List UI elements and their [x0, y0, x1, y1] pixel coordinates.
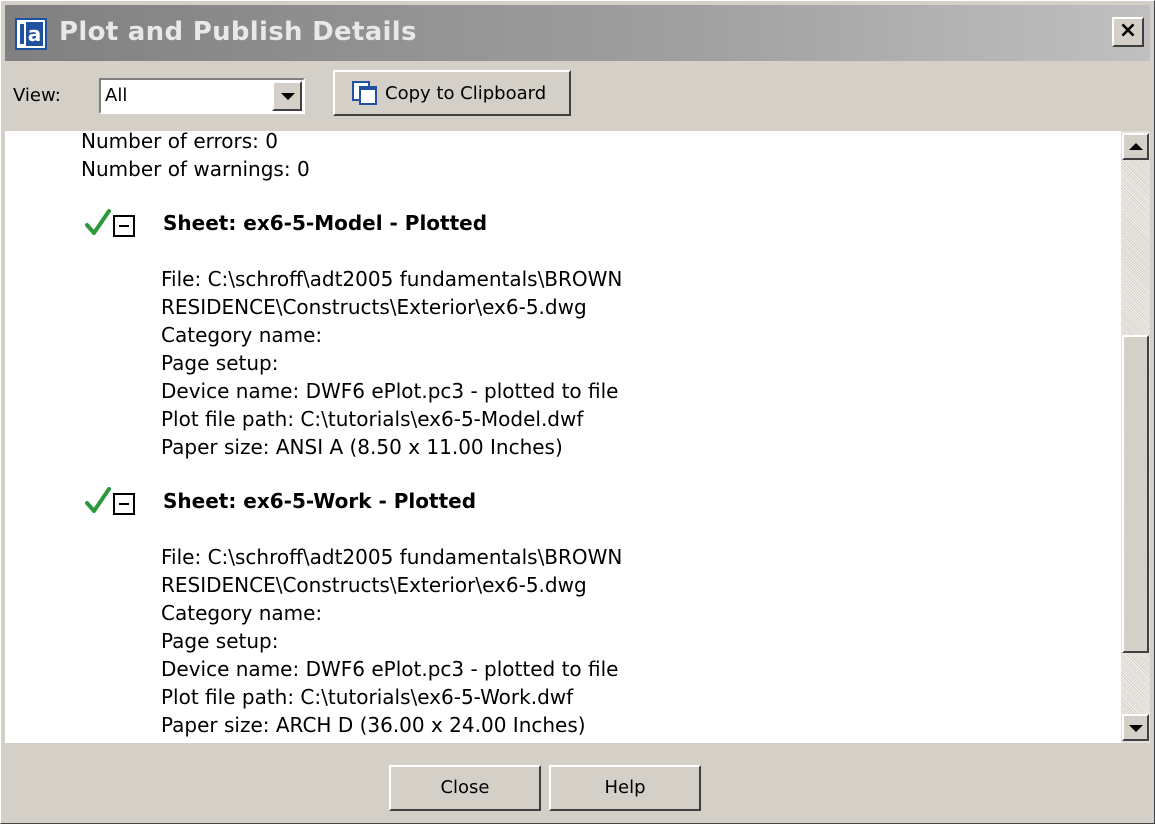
plot-publish-details-dialog: a Plot and Publish Details × View: All C…: [0, 0, 1155, 824]
check-icon: [85, 209, 111, 235]
scroll-down-button[interactable]: [1122, 714, 1149, 741]
sheet-detail-line: Device name: DWF6 ePlot.pc3 - plotted to…: [161, 657, 619, 681]
sheet-detail-line: Device name: DWF6 ePlot.pc3 - plotted to…: [161, 379, 619, 403]
sheet-detail-line: Page setup:: [161, 629, 279, 653]
sheet-title: Sheet: ex6-5-Work - Plotted: [163, 489, 477, 513]
title-bar[interactable]: a Plot and Publish Details ×: [5, 5, 1150, 61]
close-icon: ×: [1118, 18, 1138, 43]
sheet-detail-line: Page setup:: [161, 351, 279, 375]
chevron-down-icon[interactable]: [272, 81, 302, 111]
sheet-detail-line: Paper size: ANSI A (8.50 x 11.00 Inches): [161, 435, 563, 459]
sheet-detail-line: Plot file path: C:\tutorials\ex6-5-Work.…: [161, 685, 574, 709]
sheet-detail-line: RESIDENCE\Constructs\Exterior\ex6-5.dwg: [161, 295, 587, 319]
sheet-detail-line: Paper size: ARCH D (36.00 x 24.00 Inches…: [161, 713, 586, 737]
collapse-toggle-icon[interactable]: [113, 215, 135, 237]
details-panel[interactable]: Number of errors: 0 Number of warnings: …: [5, 131, 1150, 743]
details-text-area: Number of errors: 0 Number of warnings: …: [5, 131, 1121, 743]
copy-to-clipboard-label: Copy to Clipboard: [385, 83, 547, 104]
check-icon: [85, 487, 111, 513]
sheet-detail-line: Plot file path: C:\tutorials\ex6-5-Model…: [161, 407, 584, 431]
app-icon: a: [15, 18, 47, 50]
view-dropdown-value: All: [105, 85, 128, 106]
app-icon-bar: [20, 24, 24, 44]
sheet-detail-line: Category name:: [161, 601, 323, 625]
vertical-scrollbar[interactable]: [1121, 131, 1150, 743]
copy-to-clipboard-button[interactable]: Copy to Clipboard: [333, 70, 571, 116]
sheet-detail-line: RESIDENCE\Constructs\Exterior\ex6-5.dwg: [161, 573, 587, 597]
scroll-up-button[interactable]: [1122, 133, 1149, 160]
window-title: Plot and Publish Details: [59, 17, 417, 47]
sheet-detail-line: File: C:\schroff\adt2005 fundamentals\BR…: [161, 267, 623, 291]
view-dropdown[interactable]: All: [99, 78, 305, 114]
collapse-toggle-icon[interactable]: [113, 493, 135, 515]
clipboard-icon: [352, 81, 377, 105]
sheet-title: Sheet: ex6-5-Model - Plotted: [163, 211, 488, 235]
scroll-thumb[interactable]: [1122, 335, 1149, 653]
sheet-detail-line: Category name:: [161, 323, 323, 347]
close-button[interactable]: Close: [389, 765, 541, 811]
view-label: View:: [13, 85, 61, 106]
help-button[interactable]: Help: [549, 765, 701, 811]
close-window-button[interactable]: ×: [1112, 17, 1144, 47]
errors-count: Number of errors: 0: [81, 131, 278, 153]
app-icon-glyph: a: [26, 22, 43, 46]
warnings-count: Number of warnings: 0: [81, 157, 310, 181]
sheet-detail-line: File: C:\schroff\adt2005 fundamentals\BR…: [161, 545, 623, 569]
